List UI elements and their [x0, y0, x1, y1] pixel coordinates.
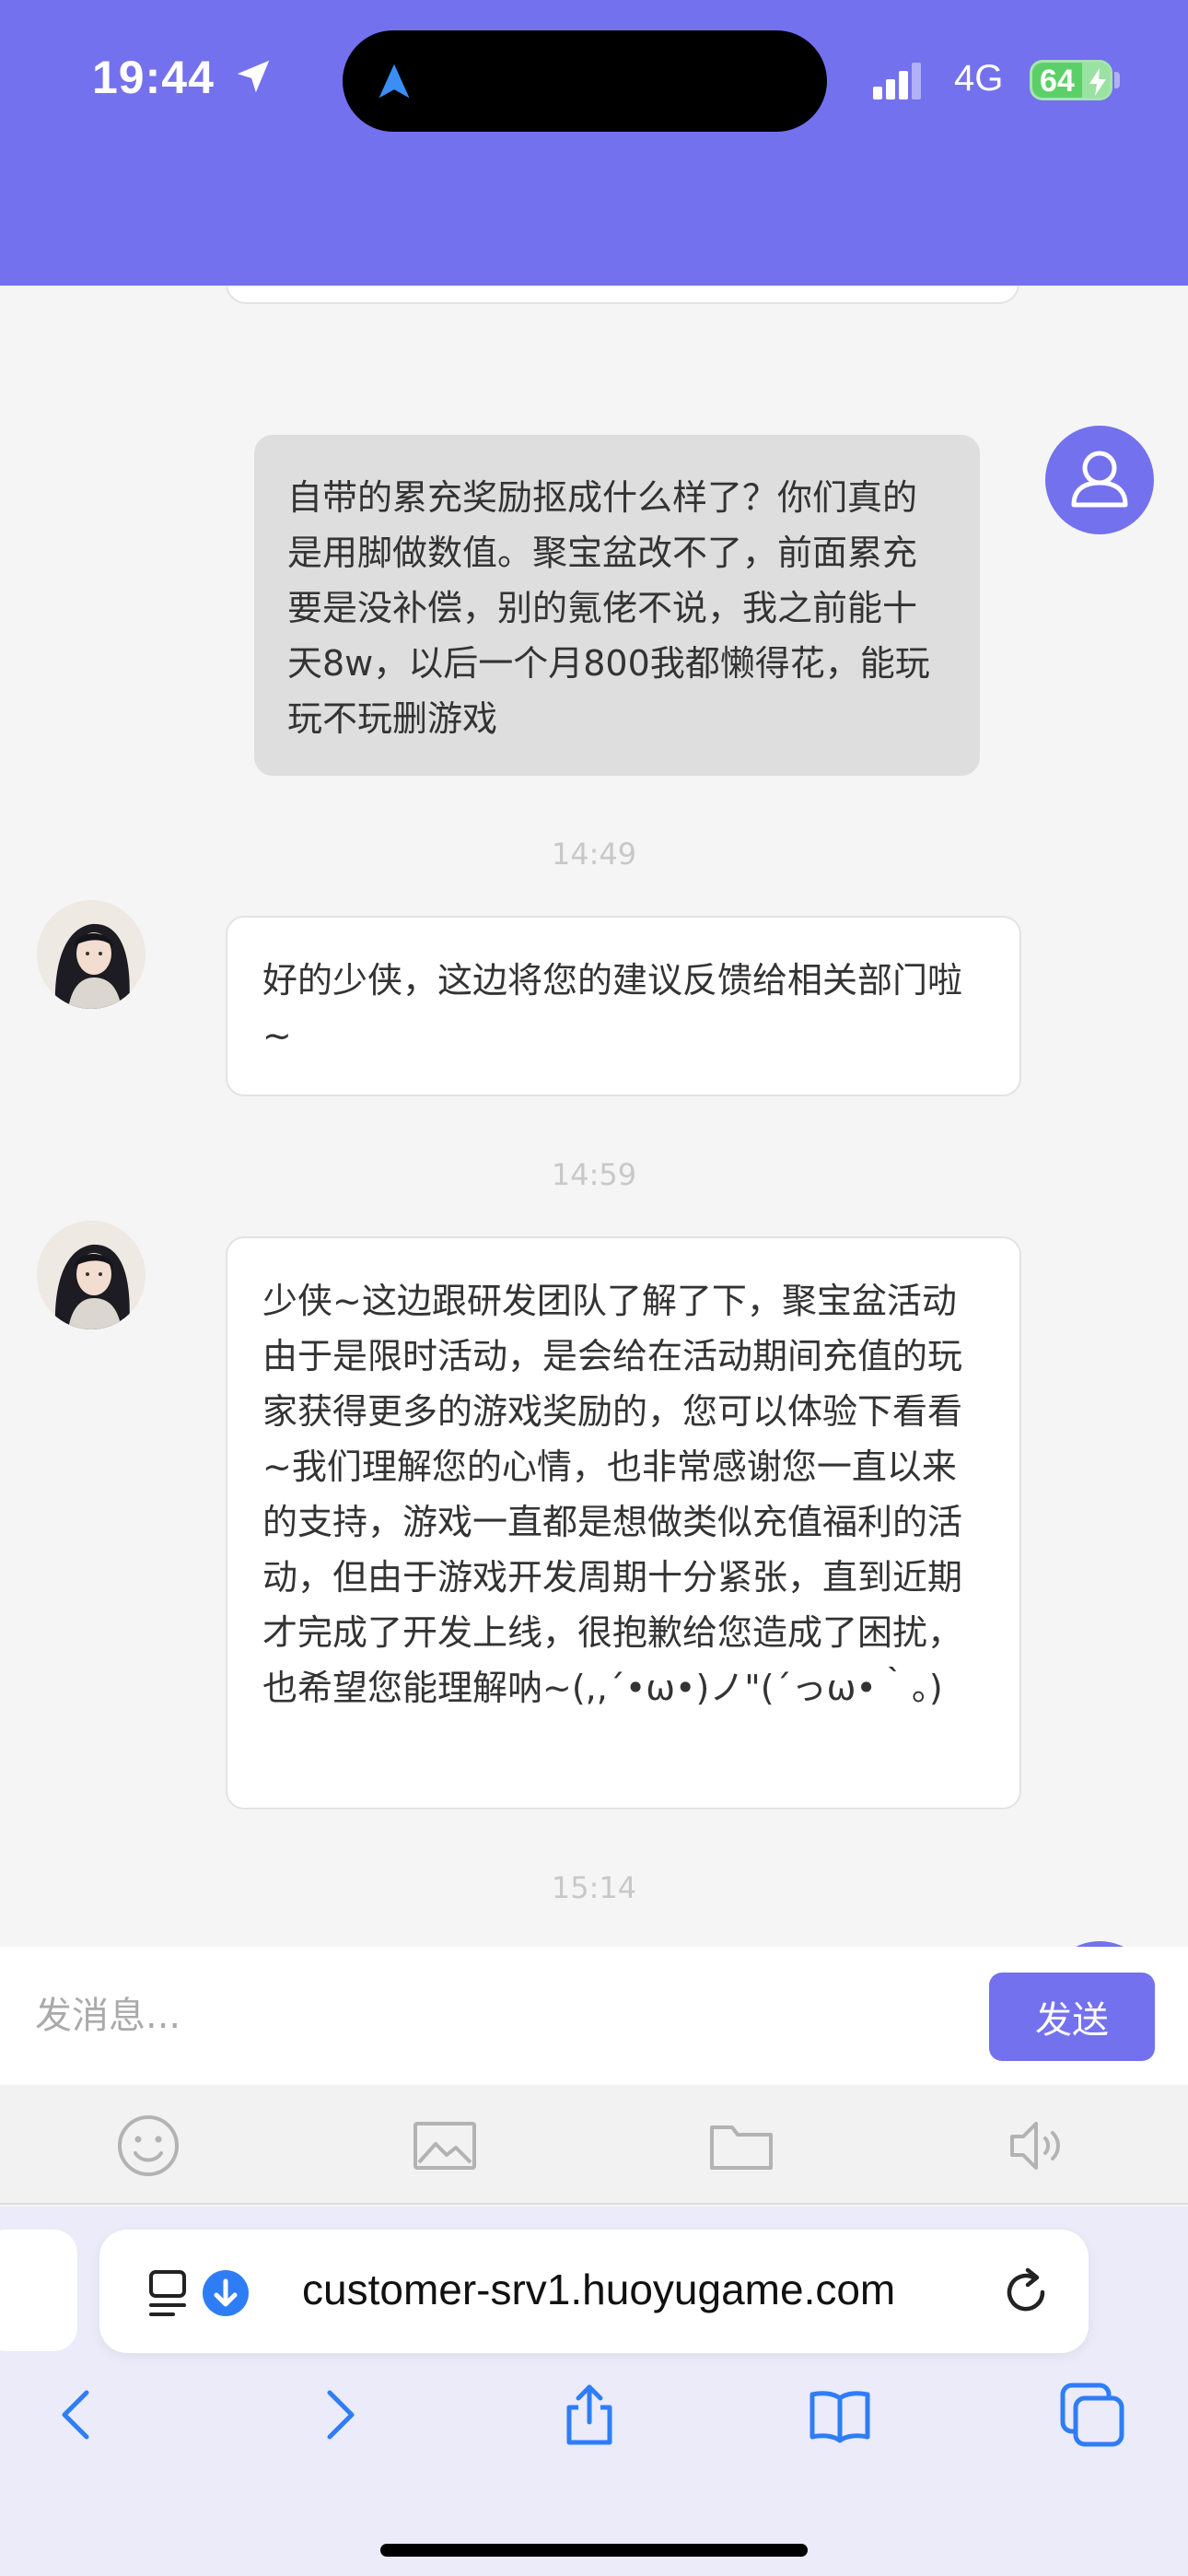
- back-icon[interactable]: [46, 2382, 112, 2448]
- browser-toolbar: customer-srv1.huoyugame.com: [0, 2207, 1188, 2576]
- status-time: 19:44: [92, 52, 215, 103]
- address-bar[interactable]: customer-srv1.huoyugame.com: [99, 2230, 1089, 2353]
- message-composer: 发送: [0, 1947, 1188, 2085]
- user-message-bubble[interactable]: 自带的累充奖励抠成什么样了？你们真的是用脚做数值。聚宝盆改不了，前面累充要是没补…: [254, 435, 980, 776]
- agent-portrait-image: [37, 900, 146, 1009]
- download-arrow-icon: [214, 2278, 238, 2307]
- network-type: 4G: [954, 58, 1004, 99]
- location-arrow-icon: [237, 60, 270, 93]
- cellular-signal-icon: [873, 63, 921, 100]
- forward-icon[interactable]: [304, 2382, 370, 2448]
- battery-tip: [1114, 72, 1120, 88]
- message-timestamp: 14:59: [551, 1157, 637, 1192]
- download-badge[interactable]: [203, 2270, 249, 2316]
- dynamic-island: [343, 30, 827, 132]
- message-timestamp: 14:49: [551, 837, 637, 872]
- agent-avatar[interactable]: [37, 1221, 146, 1329]
- agent-message-bubble[interactable]: 少侠~这边跟研发团队了解了下，聚宝盆活动由于是限时活动，是会给在活动期间充值的玩…: [226, 1236, 1021, 1809]
- folder-icon[interactable]: [708, 2113, 775, 2179]
- agent-avatar[interactable]: [37, 900, 146, 1009]
- message-timestamp: 15:14: [551, 1870, 637, 1905]
- share-icon[interactable]: [556, 2382, 623, 2448]
- battery-indicator: 64: [1030, 60, 1112, 100]
- user-avatar[interactable]: [1045, 426, 1154, 534]
- agent-portrait-image: [37, 1221, 146, 1329]
- chat-message-list[interactable]: 自带的累充奖励抠成什么样了？你们真的是用脚做数值。聚宝盆改不了，前面累充要是没补…: [0, 286, 1188, 1947]
- previous-tab-preview[interactable]: [0, 2230, 77, 2351]
- reload-icon[interactable]: [1000, 2265, 1054, 2318]
- image-icon[interactable]: [412, 2113, 478, 2179]
- tabs-icon[interactable]: [1059, 2382, 1125, 2448]
- page-menu-icon[interactable]: [147, 2268, 193, 2318]
- voice-icon[interactable]: [1005, 2113, 1071, 2179]
- agent-message-bubble[interactable]: 好的少侠，这边将您的建议反馈给相关部门啦~: [226, 916, 1021, 1096]
- chat-header: 19:44 4G 64: [0, 0, 1188, 286]
- bookmarks-icon[interactable]: [807, 2382, 873, 2448]
- url-text[interactable]: customer-srv1.huoyugame.com: [302, 2265, 895, 2314]
- previous-message-bubble: [226, 286, 1019, 304]
- home-indicator[interactable]: [380, 2544, 808, 2557]
- send-button[interactable]: 发送: [989, 1973, 1155, 2061]
- charging-bolt-icon: [1089, 68, 1106, 96]
- emoji-icon[interactable]: [115, 2113, 181, 2179]
- user-icon: [1071, 451, 1128, 508]
- battery-level: 64: [1040, 64, 1075, 99]
- message-input[interactable]: [0, 1947, 976, 2085]
- navigation-arrow-icon: [379, 64, 410, 99]
- chat-toolbar: [0, 2085, 1188, 2205]
